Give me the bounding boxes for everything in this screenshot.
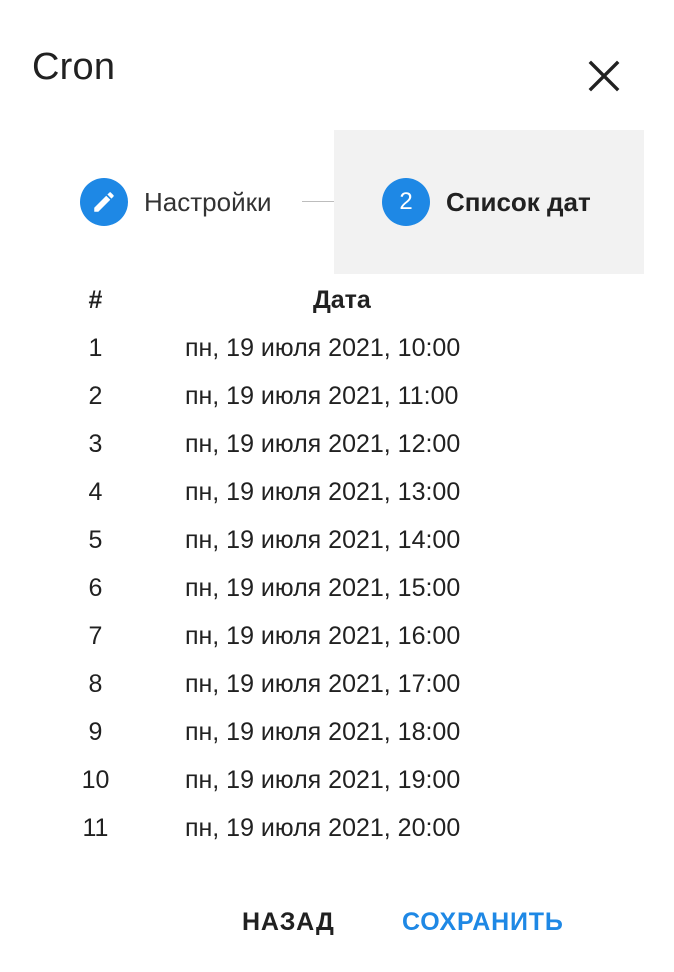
row-number: 2 [88,382,103,410]
step-date-list-circle: 2 [382,178,430,226]
close-icon [588,60,620,92]
table-row: 8 пн, 19 июля 2021, 17:00 [70,660,590,708]
row-number: 11 [82,814,109,842]
step-settings-label: Настройки [144,186,272,217]
table-header-row: # Дата [70,276,590,324]
table-row: 2 пн, 19 июля 2021, 11:00 [70,372,590,420]
save-button[interactable]: СОХРАНИТЬ [392,896,574,948]
row-number: 6 [88,574,103,602]
row-number: 5 [88,526,103,554]
row-date: пн, 19 июля 2021, 17:00 [184,670,461,698]
step-settings[interactable]: Настройки [56,130,288,274]
table-row: 10 пн, 19 июля 2021, 19:00 [70,756,590,804]
row-date: пн, 19 июля 2021, 13:00 [184,478,461,506]
row-number: 7 [88,622,103,650]
stepper: Настройки 2 Список дат [0,130,674,274]
back-button[interactable]: НАЗАД [232,896,345,948]
pencil-icon [94,192,114,212]
row-date: пн, 19 июля 2021, 18:00 [184,718,461,746]
row-number: 9 [88,718,103,746]
step-date-list-label: Список дат [446,186,591,217]
table-row: 11 пн, 19 июля 2021, 20:00 [70,804,590,852]
row-date: пн, 19 июля 2021, 16:00 [184,622,461,650]
row-number: 10 [81,766,110,794]
row-date: пн, 19 июля 2021, 19:00 [184,766,461,794]
column-header-num: # [88,286,103,314]
table-row: 4 пн, 19 июля 2021, 13:00 [70,468,590,516]
dialog-actions: НАЗАД СОХРАНИТЬ [0,896,674,948]
dates-table: # Дата 1 пн, 19 июля 2021, 10:00 2 пн, 1… [70,276,590,852]
row-date: пн, 19 июля 2021, 11:00 [184,382,459,410]
step-date-list[interactable]: 2 Список дат [334,130,644,274]
row-date: пн, 19 июля 2021, 10:00 [184,334,461,362]
row-number: 1 [88,334,103,362]
row-date: пн, 19 июля 2021, 14:00 [184,526,461,554]
step-settings-circle [80,178,128,226]
row-date: пн, 19 июля 2021, 20:00 [184,814,461,842]
table-row: 1 пн, 19 июля 2021, 10:00 [70,324,590,372]
row-number: 3 [88,430,103,458]
column-header-date: Дата [312,286,371,314]
table-row: 3 пн, 19 июля 2021, 12:00 [70,420,590,468]
table-row: 5 пн, 19 июля 2021, 14:00 [70,516,590,564]
close-button[interactable] [578,50,630,102]
table-row: 7 пн, 19 июля 2021, 16:00 [70,612,590,660]
row-date: пн, 19 июля 2021, 15:00 [184,574,461,602]
table-row: 6 пн, 19 июля 2021, 15:00 [70,564,590,612]
row-number: 4 [88,478,103,506]
table-row: 9 пн, 19 июля 2021, 18:00 [70,708,590,756]
row-number: 8 [88,670,103,698]
dialog-title: Cron [32,46,116,88]
row-date: пн, 19 июля 2021, 12:00 [184,430,461,458]
